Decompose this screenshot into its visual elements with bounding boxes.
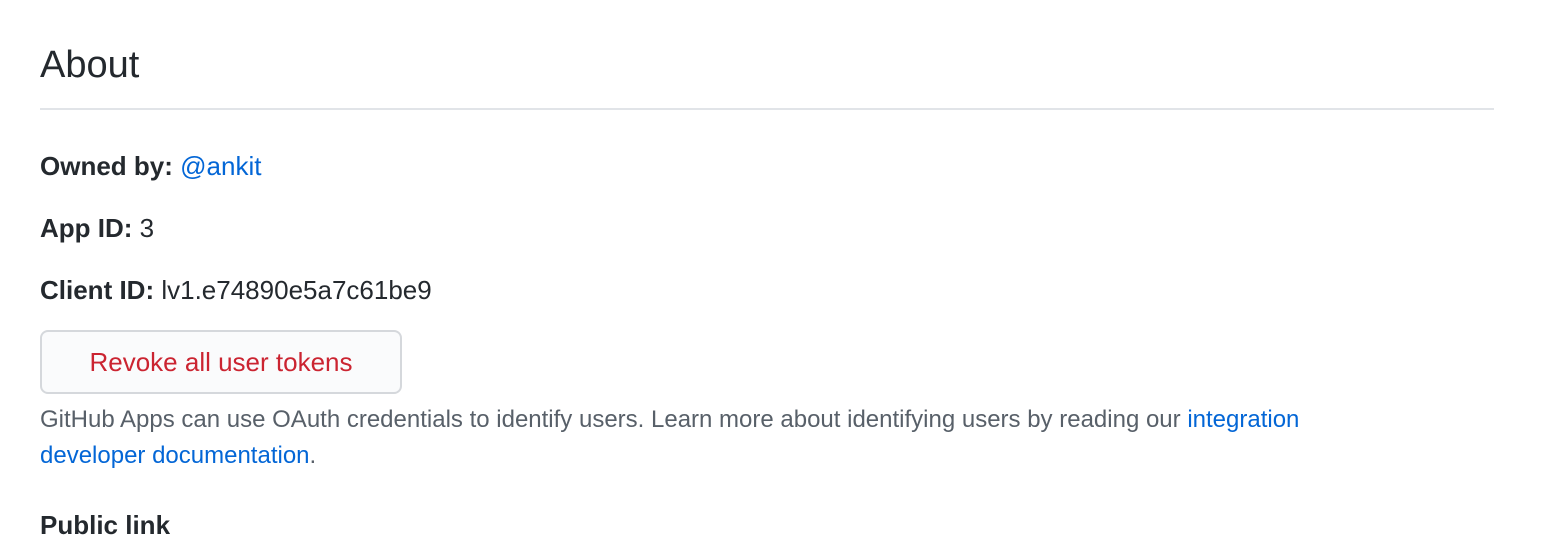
app-id-value: 3 bbox=[139, 213, 155, 243]
app-id-row: App ID: 3 bbox=[40, 212, 154, 244]
section-title: About bbox=[40, 44, 140, 86]
help-text-suffix: . bbox=[309, 442, 317, 469]
about-section-header: About bbox=[40, 36, 1494, 110]
client-id-label: Client ID: bbox=[40, 275, 162, 305]
revoke-all-user-tokens-button[interactable]: Revoke all user tokens bbox=[40, 330, 402, 394]
help-text-body: GitHub Apps can use OAuth credentials to… bbox=[40, 406, 1188, 433]
integration-link[interactable]: integration bbox=[1187, 406, 1299, 433]
owner-label: Owned by: bbox=[40, 151, 181, 181]
oauth-help-text: GitHub Apps can use OAuth credentials to… bbox=[40, 402, 1460, 474]
public-link-heading: Public link bbox=[40, 510, 171, 540]
owner-row: Owned by: @ankit bbox=[40, 150, 261, 182]
client-id-value: lv1.e74890e5a7c61be9 bbox=[161, 275, 432, 305]
developer-documentation-link[interactable]: developer documentation bbox=[40, 442, 310, 469]
about-page: About Owned by: @ankit App ID: 3 Client … bbox=[0, 0, 1562, 554]
client-id-row: Client ID: lv1.e74890e5a7c61be9 bbox=[40, 274, 432, 306]
app-id-label: App ID: bbox=[40, 213, 140, 243]
owner-link[interactable]: @ankit bbox=[180, 151, 261, 181]
